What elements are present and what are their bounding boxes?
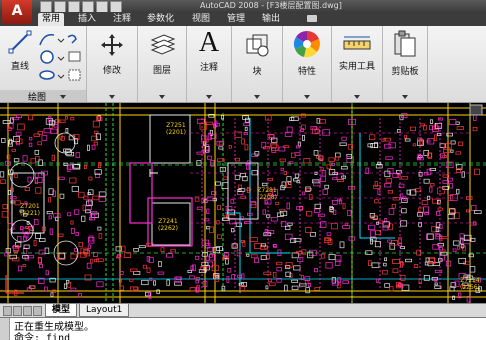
clipboard-label: 剪贴板 (391, 67, 419, 77)
room-label-3-name: Z7281 (257, 187, 277, 194)
chevron-down-icon[interactable] (402, 95, 408, 99)
tab-manage[interactable]: 管理 (223, 13, 249, 26)
block-tool[interactable]: 块 (240, 31, 274, 77)
draw-panel-footer[interactable]: 绘图 (0, 90, 86, 103)
application-menu-button[interactable]: A (2, 0, 32, 24)
room-label-5: Z7254 (2256) (460, 277, 480, 291)
tab-layout1[interactable]: Layout1 (79, 304, 130, 317)
room-label-5-name: Z7254 (460, 277, 480, 284)
clipboard-icon (394, 30, 416, 57)
title-bar: AutoCAD 2008 - [F3楼层配置图.dwg] (0, 0, 486, 13)
draw-small-tools[interactable] (38, 31, 84, 87)
room-label-1-name: Z7251 (166, 122, 186, 129)
chevron-down-icon (60, 95, 66, 99)
first-layout-icon[interactable] (3, 306, 12, 316)
chevron-down-icon[interactable] (109, 95, 115, 99)
autocad-window: AutoCAD 2008 - [F3楼层配置图.dwg] A 常用 插入 注释 … (0, 0, 486, 340)
tab-parametric[interactable]: 参数化 (143, 13, 178, 26)
ribbon: 直线 绘图 修改 图层 A 注释 块 特性 实用工具 剪贴板 (0, 26, 486, 103)
room-label-3-sub: (2208) (257, 194, 277, 201)
text-icon: A (198, 27, 220, 58)
room-label-2-sub: (2221) (20, 210, 40, 217)
room-label-1: Z7251 (2201) (166, 122, 186, 136)
command-line[interactable]: 正在重生成模型。 命令: find (0, 317, 486, 340)
room-label-4-sub: (2262) (158, 225, 178, 232)
block-label: 块 (252, 67, 262, 77)
block-panel: 块 (232, 26, 283, 102)
tab-home[interactable]: 常用 (38, 13, 65, 26)
line-icon (8, 30, 32, 54)
annotation-label: 注释 (199, 63, 218, 73)
utilities-tool[interactable]: 实用工具 (335, 34, 379, 72)
layers-panel: 图层 (138, 26, 187, 102)
room-label-3: Z7281 (2208) (257, 187, 277, 201)
tab-output[interactable]: 输出 (258, 13, 284, 26)
properties-tool[interactable]: 特性 (289, 29, 325, 77)
measure-icon (343, 36, 371, 50)
cad-drawing (0, 103, 486, 303)
draw-panel: 直线 绘图 (0, 26, 87, 103)
layers-icon (150, 34, 176, 55)
tab-view[interactable]: 视图 (188, 13, 214, 26)
tab-annotate[interactable]: 注释 (109, 13, 135, 26)
ribbon-minimize-icon[interactable] (307, 15, 317, 22)
room-label-5-sub: (2256) (460, 284, 480, 291)
quick-access-toolbar (40, 0, 122, 13)
layers-tool[interactable]: 图层 (144, 30, 180, 76)
line-tool-label: 直线 (10, 62, 29, 72)
layout-tab-bar: 模型 Layout1 (0, 303, 486, 317)
chevron-down-icon[interactable] (254, 95, 260, 99)
annotation-tool[interactable]: A 注释 (191, 27, 227, 74)
room-label-4-name: Z7241 (158, 218, 178, 225)
chevron-down-icon[interactable] (159, 95, 165, 99)
color-wheel-icon (293, 30, 320, 58)
insert-block-icon (246, 34, 269, 57)
room-label-1-sub: (2201) (166, 129, 186, 136)
modify-label: 修改 (102, 66, 121, 76)
ribbon-tab-bar: 常用 插入 注释 参数化 视图 管理 输出 (0, 12, 486, 26)
modify-tool[interactable]: 修改 (95, 32, 129, 76)
tab-model[interactable]: 模型 (45, 304, 78, 317)
utilities-label: 实用工具 (338, 62, 375, 72)
chevron-down-icon[interactable] (206, 95, 212, 99)
command-line-grip[interactable] (0, 318, 10, 340)
clipboard-panel: 剪贴板 (383, 26, 428, 102)
room-label-4: Z7241 (2262) (158, 218, 178, 232)
next-layout-icon[interactable] (23, 306, 32, 316)
line-tool[interactable]: 直线 (4, 30, 36, 72)
command-prompt[interactable]: 命令: find (14, 329, 70, 340)
chevron-down-icon[interactable] (354, 95, 360, 99)
properties-label: 特性 (297, 67, 316, 77)
last-layout-icon[interactable] (33, 306, 42, 316)
properties-panel: 特性 (283, 26, 332, 102)
modify-panel: 修改 (87, 26, 138, 102)
chevron-down-icon[interactable] (304, 95, 310, 99)
room-label-2: Z7201 (2221) (20, 203, 40, 217)
prev-layout-icon[interactable] (13, 306, 22, 316)
move-icon (101, 34, 123, 56)
utilities-panel: 实用工具 (332, 26, 383, 102)
room-label-2-name: Z7201 (20, 203, 40, 210)
drawing-canvas[interactable]: Z7251 (2201) Z7201 (2221) Z7281 (2208) Z… (0, 103, 486, 303)
annotation-panel: A 注释 (187, 26, 232, 102)
draw-panel-label: 绘图 (28, 93, 47, 103)
layers-label: 图层 (152, 66, 171, 76)
clipboard-tool[interactable]: 剪贴板 (386, 29, 424, 77)
tab-insert[interactable]: 插入 (74, 13, 100, 26)
window-title: AutoCAD 2008 - [F3楼层配置图.dwg] (200, 1, 342, 10)
